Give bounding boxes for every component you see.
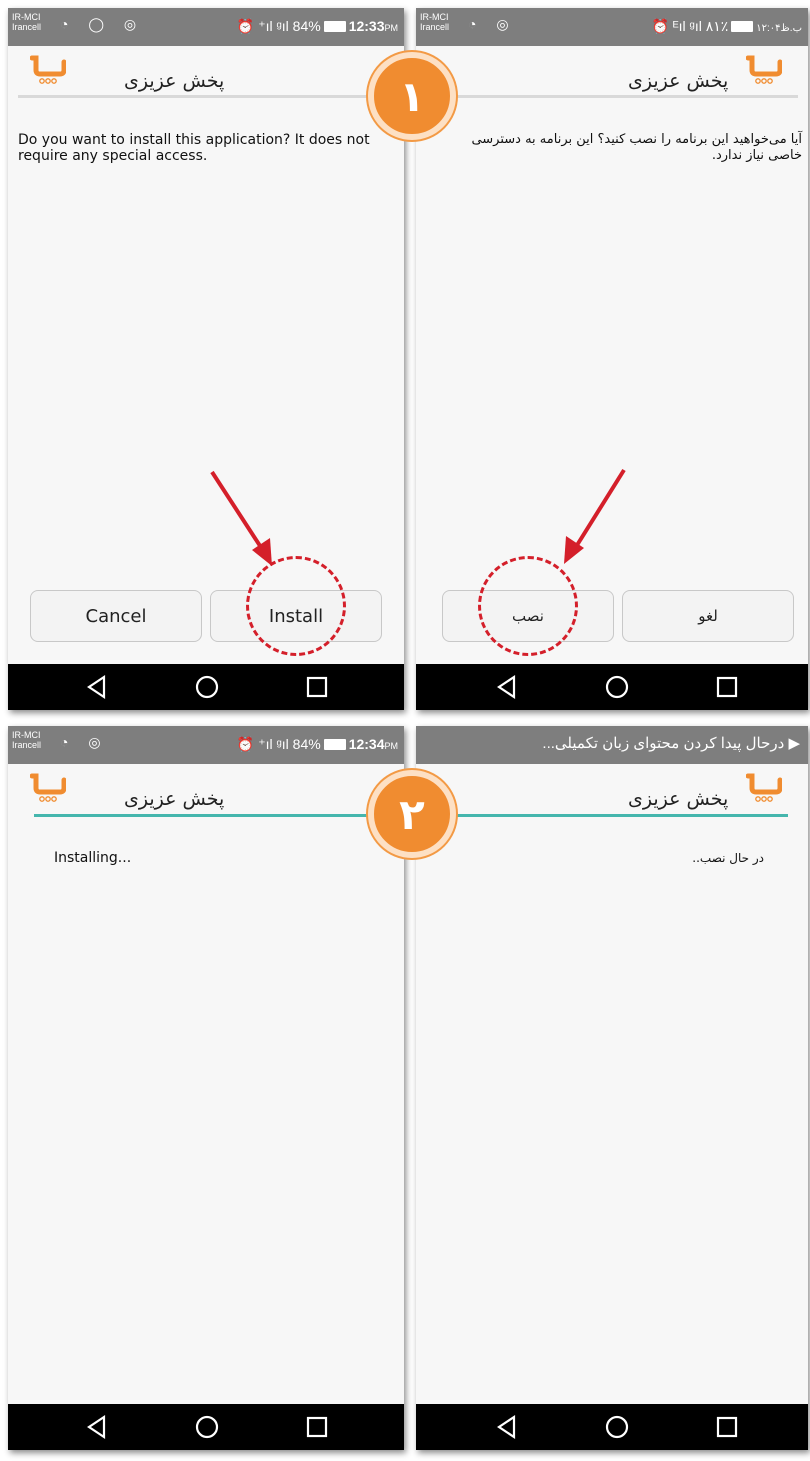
status-right: ⏰ ⁺ıl ᵍıl 84% 12:33PM [236,18,398,34]
status-right: ⏰ ᴱıl ᵍıl ۸۱٪ ۱۲:۰۴ب.ظ [651,18,802,34]
red-arrow [564,468,626,564]
battery-icon [323,21,346,32]
status-bar: IR-MCI Irancell ◔ ◯ ◎ ⏰ ⁺ıl ᵍıl 84% 12:33P… [8,8,404,46]
status-bar: IR-MCI Irancell ◔ ◎ ⏰ ᴱıl ᵍıl ۸۱٪ ۱۲:۰۴ب.ظ [416,8,808,46]
notification-icons: ◔ ◎ [60,734,109,750]
cart-logo-icon [746,773,782,802]
navigation-bar [416,1404,808,1450]
step-badge-2: ۲ [368,770,456,858]
panel-install-persian: IR-MCI Irancell ◔ ◎ ⏰ ᴱıl ᵍıl ۸۱٪ ۱۲:۰۴ب.ظ… [416,8,808,710]
cart-logo-icon [746,55,782,84]
home-icon[interactable] [192,1412,222,1442]
header-divider [426,95,798,98]
installing-status: Installing... [54,850,132,866]
highlight-circle [246,556,346,656]
cart-logo-icon [30,773,66,802]
battery-icon [731,21,754,32]
carrier-label: IR-MCI Irancell [12,730,42,750]
cancel-button[interactable]: Cancel [30,590,202,642]
back-icon[interactable] [82,1412,112,1442]
red-arrow [210,470,272,566]
recents-icon[interactable] [302,672,332,702]
installing-status: در حال نصب.. [692,851,764,865]
progress-bar [416,814,788,817]
highlight-circle [478,556,578,656]
cart-logo-icon [30,55,66,84]
back-icon[interactable] [492,1412,522,1442]
status-bar: IR-MCI Irancell ◔ ◎ ⏰ ⁺ıl ᵍıl 84% 12:34PM [8,726,404,764]
cancel-button[interactable]: لغو [622,590,794,642]
home-icon[interactable] [192,672,222,702]
navigation-bar [8,664,404,710]
navigation-bar [416,664,808,710]
status-right: ⏰ ⁺ıl ᵍıl 84% 12:34PM [236,736,398,752]
app-title: پخش عزیزی [628,70,729,92]
panel-installing-persian: ▶ درحال پیدا کردن محتوای زبان تکمیلی... … [416,726,808,1450]
app-title: پخش عزیزی [628,788,729,810]
install-message: Do you want to install this application?… [18,132,370,164]
status-bar: ▶ درحال پیدا کردن محتوای زبان تکمیلی... [416,726,808,764]
home-icon[interactable] [602,672,632,702]
install-message: آیا می‌خواهید این برنامه را نصب کنید؟ ای… [471,132,802,163]
app-title: پخش عزیزی [124,788,225,810]
step-badge-1: ۱ [368,52,456,140]
progress-bar [34,814,404,817]
header-divider [18,95,394,98]
navigation-bar [8,1404,404,1450]
notification-icons: ◔ ◎ [468,16,517,32]
back-icon[interactable] [492,672,522,702]
play-icon: ▶ [784,735,800,752]
notification-icons: ◔ ◯ ◎ [60,16,145,32]
home-icon[interactable] [602,1412,632,1442]
recents-icon[interactable] [712,672,742,702]
carrier-label: IR-MCI Irancell [420,12,450,32]
recents-icon[interactable] [712,1412,742,1442]
back-icon[interactable] [82,672,112,702]
panel-installing-english: IR-MCI Irancell ◔ ◎ ⏰ ⁺ıl ᵍıl 84% 12:34PM … [8,726,404,1450]
carrier-label: IR-MCI Irancell [12,12,42,32]
notification-text: ▶ درحال پیدا کردن محتوای زبان تکمیلی... [542,735,800,752]
panel-install-english: IR-MCI Irancell ◔ ◯ ◎ ⏰ ⁺ıl ᵍıl 84% 12:33P… [8,8,404,710]
battery-icon [323,739,346,750]
app-title: پخش عزیزی [124,70,225,92]
recents-icon[interactable] [302,1412,332,1442]
